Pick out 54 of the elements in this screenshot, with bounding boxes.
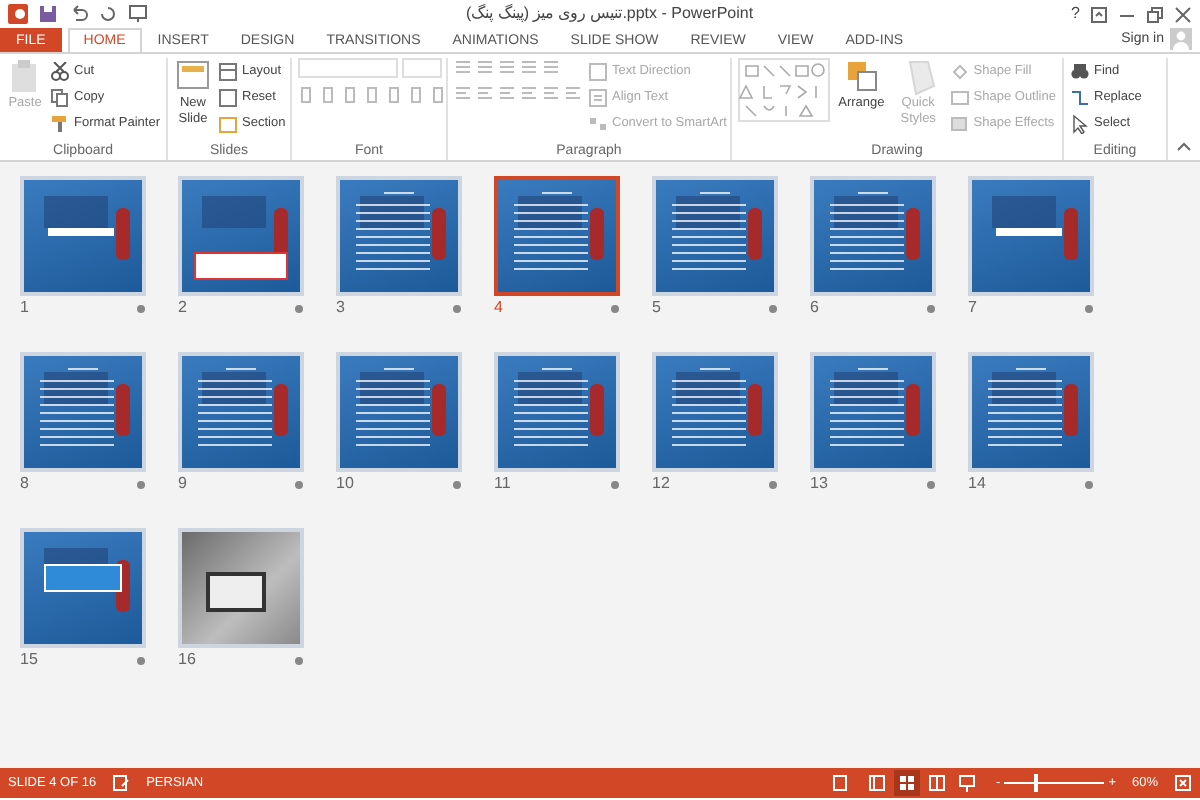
smartart-icon bbox=[588, 113, 608, 133]
section-icon bbox=[218, 113, 238, 133]
reading-view-icon bbox=[928, 774, 947, 792]
slide-number: 11 bbox=[494, 472, 511, 496]
cursor-icon bbox=[1070, 113, 1090, 133]
slide-number: 7 bbox=[968, 296, 977, 320]
slide-sorter-button[interactable] bbox=[894, 770, 921, 796]
reset-icon bbox=[218, 87, 238, 107]
restore-icon[interactable] bbox=[1146, 5, 1164, 23]
slide-number: 16 bbox=[178, 648, 196, 672]
powerpoint-logo-icon[interactable] bbox=[8, 4, 28, 24]
ribbon-options-icon[interactable] bbox=[1090, 5, 1108, 23]
slide-thumbnail[interactable] bbox=[494, 176, 620, 296]
slide-number: 13 bbox=[810, 472, 828, 496]
slide-number: 15 bbox=[20, 648, 38, 672]
slideshow-button[interactable] bbox=[954, 770, 981, 796]
align-text-icon bbox=[588, 87, 608, 107]
scissors-icon bbox=[50, 61, 70, 81]
replace-icon bbox=[1070, 87, 1090, 107]
save-icon[interactable] bbox=[38, 4, 58, 24]
slide-number: 4 bbox=[494, 296, 503, 320]
close-icon[interactable] bbox=[1174, 5, 1192, 23]
slide-number: 14 bbox=[968, 472, 986, 496]
notes-icon[interactable] bbox=[112, 774, 131, 792]
zoom-slider-thumb[interactable] bbox=[1034, 774, 1039, 792]
layout-icon bbox=[218, 61, 238, 81]
outline-icon bbox=[949, 87, 970, 107]
slide-number: 10 bbox=[336, 472, 354, 496]
undo-icon[interactable] bbox=[68, 4, 88, 24]
slide-sorter-icon bbox=[898, 774, 917, 792]
reading-view-button[interactable] bbox=[924, 770, 951, 796]
slide-number: 6 bbox=[810, 296, 819, 320]
collapse-ribbon-icon[interactable] bbox=[1176, 138, 1192, 154]
fill-icon bbox=[949, 61, 970, 81]
normal-view-icon bbox=[868, 774, 887, 792]
start-slideshow-icon[interactable] bbox=[128, 4, 148, 24]
slide-number: 9 bbox=[178, 472, 187, 496]
slide-number: 8 bbox=[20, 472, 29, 496]
slide-number: 12 bbox=[652, 472, 670, 496]
effects-icon bbox=[949, 113, 970, 133]
brush-icon bbox=[50, 113, 70, 133]
binoculars-icon bbox=[1070, 61, 1090, 81]
redo-icon[interactable] bbox=[98, 4, 118, 24]
slide-number: 5 bbox=[652, 296, 661, 320]
arrange-icon bbox=[842, 58, 881, 96]
fit-to-window-icon[interactable] bbox=[1174, 774, 1192, 792]
slide-number: 2 bbox=[178, 296, 187, 320]
slideshow-icon bbox=[958, 774, 977, 792]
slide-number: 3 bbox=[336, 296, 345, 320]
slide-number: 1 bbox=[20, 296, 29, 320]
normal-view-button[interactable] bbox=[864, 770, 891, 796]
window-title: تنیس روی میز (پینگ پنگ).pptx - PowerPoint bbox=[463, 2, 756, 26]
copy-icon bbox=[50, 87, 70, 107]
help-button[interactable]: ? bbox=[1071, 2, 1080, 26]
